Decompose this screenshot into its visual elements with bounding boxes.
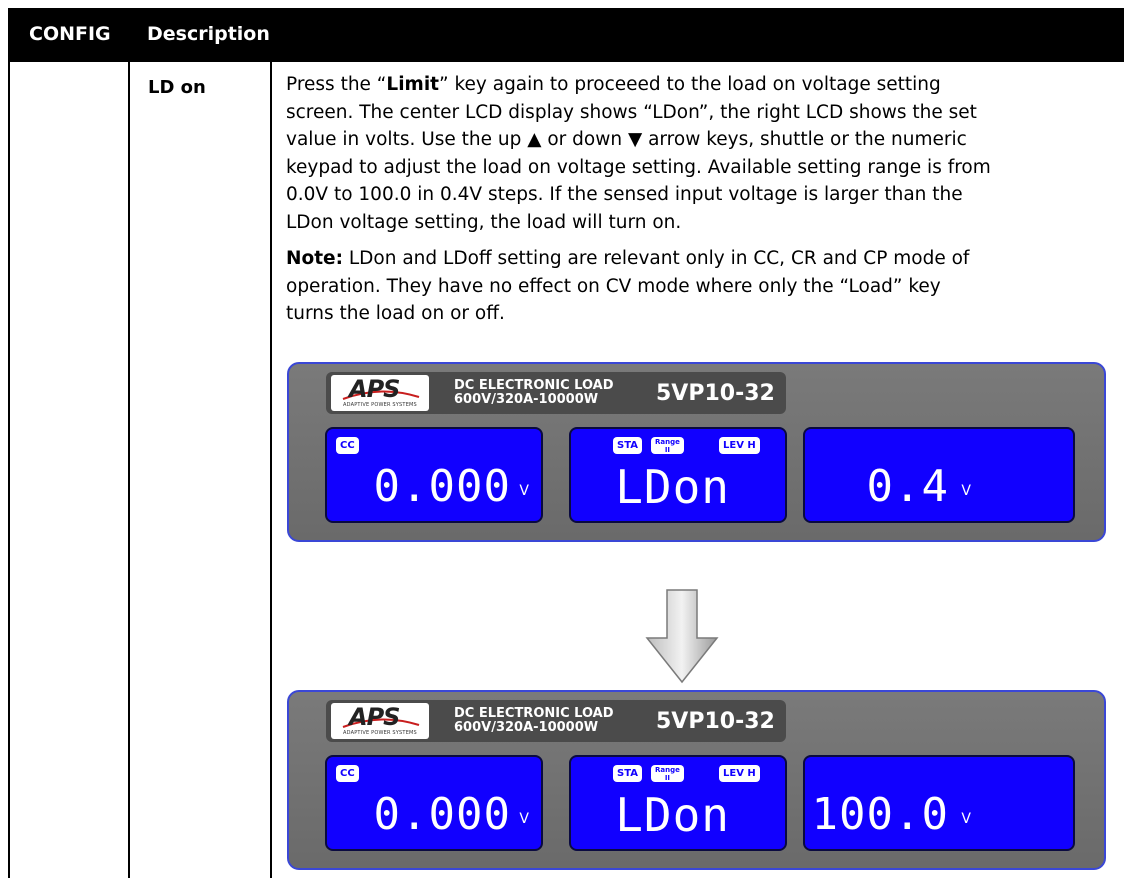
paragraph-line: keypad to adjust the load on voltage set… (286, 156, 991, 178)
logo-subtext: ADAPTIVE POWER SYSTEMS (343, 730, 417, 736)
logo-text: APS (349, 375, 400, 403)
aps-logo: APS ADAPTIVE POWER SYSTEMS (331, 375, 429, 411)
product-line-2: 600V/320A-10000W (454, 720, 599, 735)
product-line-2: 600V/320A-10000W (454, 392, 599, 407)
logo-text: APS (349, 703, 400, 731)
note-paragraph: Note: LDon and LDoff setting are relevan… (286, 245, 1112, 328)
row-key-ld-on: LD on (148, 77, 206, 98)
description-column-header: Description (147, 23, 270, 45)
range-badge: Range II (651, 765, 684, 782)
model-number: 5VP10-32 (656, 381, 775, 406)
right-lcd-value: 0.4 (866, 461, 949, 512)
right-lcd-unit: V (961, 483, 971, 499)
column-divider-1 (128, 62, 130, 878)
sta-badge: STA (613, 437, 642, 454)
left-lcd: CC 0.000 V (325, 427, 543, 523)
right-lcd-unit: V (961, 811, 971, 827)
note-line: turns the load on or off. (286, 303, 505, 324)
right-lcd: 100.0 V (803, 755, 1075, 851)
center-lcd-text: LDon (615, 788, 730, 842)
left-lcd-value: 0.000 (373, 789, 511, 840)
note-label: Note: (286, 248, 343, 269)
description-paragraph: Press the “Limit” key again to proceeed … (286, 71, 1112, 236)
table-header: CONFIG Description (8, 8, 1124, 62)
product-line-1: DC ELECTRONIC LOAD (454, 378, 614, 393)
brand-bar: APS ADAPTIVE POWER SYSTEMS DC ELECTRONIC… (326, 700, 786, 742)
product-line-1: DC ELECTRONIC LOAD (454, 706, 614, 721)
range-badge: Range II (651, 437, 684, 454)
note-line: operation. They have no effect on CV mod… (286, 275, 941, 297)
note-line: Note: LDon and LDoff setting are relevan… (286, 245, 1112, 273)
model-number: 5VP10-32 (656, 709, 775, 734)
lev-badge: LEV H (719, 437, 760, 454)
mode-badge: CC (336, 765, 359, 782)
paragraph-line: LDon voltage setting, the load will turn… (286, 211, 682, 233)
front-panel-1: APS ADAPTIVE POWER SYSTEMS DC ELECTRONIC… (287, 362, 1106, 542)
note-text: LDon and LDoff setting are relevant only… (342, 248, 970, 269)
left-lcd-unit: V (519, 811, 529, 827)
left-lcd: CC 0.000 V (325, 755, 543, 851)
lev-badge: LEV H (719, 765, 760, 782)
center-lcd-text: LDon (615, 460, 730, 514)
paragraph-line: value in volts. Use the up ▲ or down ▼ a… (286, 129, 967, 150)
limit-key-term: Limit (386, 74, 439, 95)
paragraph-line: 0.0V to 100.0 in 0.4V steps. If the sens… (286, 184, 963, 205)
sta-badge: STA (613, 765, 642, 782)
column-divider-2 (270, 62, 272, 878)
down-arrow-icon (645, 589, 719, 684)
center-lcd: STA Range II LEV H LDon (569, 755, 787, 851)
paragraph-line: Press the “Limit” key again to proceeed … (286, 74, 941, 95)
paragraph-line: screen. The center LCD display shows “LD… (286, 101, 977, 123)
left-lcd-unit: V (519, 483, 529, 499)
logo-subtext: ADAPTIVE POWER SYSTEMS (343, 402, 417, 408)
center-lcd: STA Range II LEV H LDon (569, 427, 787, 523)
config-column-header: CONFIG (29, 23, 111, 45)
left-lcd-value: 0.000 (373, 461, 511, 512)
front-panel-2: APS ADAPTIVE POWER SYSTEMS DC ELECTRONIC… (287, 690, 1106, 870)
brand-bar: APS ADAPTIVE POWER SYSTEMS DC ELECTRONIC… (326, 372, 786, 414)
aps-logo: APS ADAPTIVE POWER SYSTEMS (331, 703, 429, 739)
table-left-border (8, 62, 10, 878)
right-lcd-value: 100.0 (811, 789, 949, 840)
right-lcd: 0.4 V (803, 427, 1075, 523)
mode-badge: CC (336, 437, 359, 454)
